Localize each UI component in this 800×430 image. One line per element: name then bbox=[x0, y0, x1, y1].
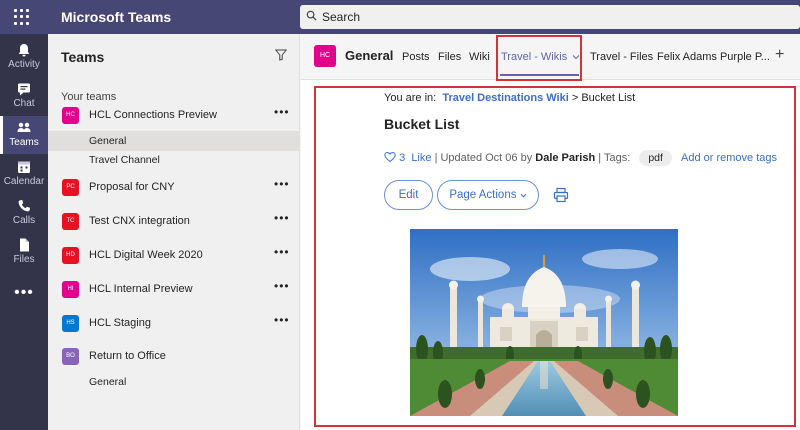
rail-calendar[interactable]: Calendar bbox=[0, 155, 48, 193]
team-item-hcl-connections-preview[interactable]: HC HCL Connections Preview ••• bbox=[48, 104, 300, 130]
channel-item-travel-channel[interactable]: Travel Channel bbox=[48, 150, 300, 170]
app-launcher-icon[interactable] bbox=[14, 9, 30, 25]
tab-files[interactable]: Files bbox=[438, 51, 461, 63]
team-name: HCL Digital Week 2020 bbox=[89, 249, 203, 261]
like-count: 3 bbox=[399, 152, 406, 164]
rail-calls[interactable]: Calls bbox=[0, 194, 48, 232]
tab-highlight-box bbox=[496, 35, 582, 81]
your-teams-heading: Your teams bbox=[61, 91, 117, 103]
team-item-test-cnx-integration[interactable]: TC Test CNX integration ••• bbox=[48, 210, 300, 236]
team-name: Proposal for CNY bbox=[89, 181, 175, 193]
rail-label: Files bbox=[13, 254, 35, 265]
phone-icon bbox=[18, 200, 30, 212]
title-bar: Microsoft Teams bbox=[0, 0, 800, 34]
search-input[interactable] bbox=[322, 7, 782, 27]
tags-label: | Tags: bbox=[598, 152, 631, 164]
edit-button[interactable]: Edit bbox=[384, 180, 433, 210]
teams-panel-title: Teams bbox=[61, 49, 105, 65]
more-options-icon[interactable]: ••• bbox=[274, 279, 290, 293]
breadcrumb-link[interactable]: Travel Destinations Wiki bbox=[442, 92, 568, 104]
page-meta: 3 Like | Updated Oct 06 by Dale Parish |… bbox=[384, 150, 777, 166]
team-avatar: HI bbox=[62, 281, 79, 298]
team-name: HCL Staging bbox=[89, 317, 151, 329]
teams-icon bbox=[17, 122, 31, 132]
rail-activity[interactable]: Activity bbox=[0, 38, 48, 76]
more-options-icon[interactable]: ••• bbox=[274, 211, 290, 225]
like-link[interactable]: Like bbox=[411, 152, 431, 164]
tab-posts[interactable]: Posts bbox=[402, 51, 430, 63]
channel-label: General bbox=[89, 376, 127, 388]
breadcrumb: You are in: Travel Destinations Wiki > B… bbox=[384, 92, 635, 104]
team-avatar: HS bbox=[62, 315, 79, 332]
rail-chat[interactable]: Chat bbox=[0, 77, 48, 115]
team-avatar: HD bbox=[62, 247, 79, 264]
wiki-content-highlight: You are in: Travel Destinations Wiki > B… bbox=[314, 86, 796, 427]
app-title: Microsoft Teams bbox=[61, 9, 172, 25]
channel-label: Travel Channel bbox=[89, 154, 160, 166]
add-tab-icon[interactable]: + bbox=[775, 46, 784, 64]
taj-mahal-photo bbox=[410, 229, 678, 416]
rail-files[interactable]: Files bbox=[0, 233, 48, 271]
channel-name: General bbox=[345, 48, 394, 63]
rail-label: Teams bbox=[9, 137, 39, 148]
team-name: Return to Office bbox=[89, 350, 166, 362]
channel-item-general[interactable]: General bbox=[48, 372, 300, 392]
app-rail: Activity Chat Teams Calendar Calls Files… bbox=[0, 34, 48, 430]
rail-teams[interactable]: Teams bbox=[0, 116, 48, 154]
team-item-hcl-staging[interactable]: HS HCL Staging ••• bbox=[48, 312, 300, 338]
rail-label: Chat bbox=[13, 98, 35, 109]
channel-label: General bbox=[89, 135, 127, 147]
tab-travel-files[interactable]: Travel - Files bbox=[590, 51, 653, 63]
more-options-icon[interactable]: ••• bbox=[274, 313, 290, 327]
team-name: Test CNX integration bbox=[89, 215, 190, 227]
more-apps-icon[interactable]: ••• bbox=[0, 284, 48, 302]
team-item-hcl-digital-week-2020[interactable]: HD HCL Digital Week 2020 ••• bbox=[48, 244, 300, 270]
rail-label: Activity bbox=[8, 59, 40, 70]
team-avatar: HC bbox=[62, 107, 79, 124]
chat-icon bbox=[18, 83, 30, 96]
updated-text: | Updated Oct 06 by bbox=[434, 152, 533, 164]
team-name: HCL Connections Preview bbox=[89, 109, 217, 121]
tag-badge[interactable]: pdf bbox=[639, 150, 672, 166]
team-item-hcl-internal-preview[interactable]: HI HCL Internal Preview ••• bbox=[48, 278, 300, 304]
calendar-icon bbox=[18, 161, 30, 173]
page-title: Bucket List bbox=[384, 116, 460, 132]
channel-avatar: HC bbox=[314, 45, 336, 67]
tab-felix-adams[interactable]: Felix Adams Purple P... bbox=[657, 51, 770, 63]
team-item-return-to-office[interactable]: BO Return to Office bbox=[48, 345, 300, 371]
more-options-icon[interactable]: ••• bbox=[274, 177, 290, 191]
bell-icon bbox=[18, 44, 30, 57]
more-options-icon[interactable]: ••• bbox=[274, 245, 290, 259]
team-avatar: PC bbox=[62, 179, 79, 196]
breadcrumb-separator: > bbox=[571, 92, 579, 104]
channel-item-general[interactable]: General bbox=[48, 131, 300, 151]
page-actions-label: Page Actions bbox=[449, 189, 517, 201]
edit-tags-link[interactable]: Add or remove tags bbox=[681, 152, 777, 164]
channel-header: HC General Posts Files Wiki Travel - Wik… bbox=[301, 34, 800, 81]
team-item-proposal-for-cny[interactable]: PC Proposal for CNY ••• bbox=[48, 176, 300, 202]
channel-view: HC General Posts Files Wiki Travel - Wik… bbox=[301, 34, 800, 430]
page-actions-button[interactable]: Page Actions bbox=[437, 180, 539, 210]
team-avatar: TC bbox=[62, 213, 79, 230]
chevron-down-icon bbox=[520, 193, 527, 198]
heart-icon[interactable] bbox=[384, 151, 396, 163]
breadcrumb-prefix: You are in: bbox=[384, 92, 437, 104]
rail-label: Calendar bbox=[3, 176, 45, 187]
team-avatar: BO bbox=[62, 348, 79, 365]
teams-panel: Teams Your teams HC HCL Connections Prev… bbox=[48, 34, 300, 430]
rail-label: Calls bbox=[12, 215, 36, 226]
filter-icon[interactable] bbox=[275, 49, 287, 61]
file-icon bbox=[20, 238, 29, 252]
team-name: HCL Internal Preview bbox=[89, 283, 193, 295]
breadcrumb-current: Bucket List bbox=[581, 92, 636, 104]
search-box[interactable] bbox=[300, 5, 800, 29]
author-name[interactable]: Dale Parish bbox=[535, 152, 595, 164]
tab-wiki[interactable]: Wiki bbox=[469, 51, 490, 63]
print-icon[interactable] bbox=[553, 187, 569, 203]
search-icon bbox=[306, 10, 317, 21]
more-options-icon[interactable]: ••• bbox=[274, 105, 290, 119]
